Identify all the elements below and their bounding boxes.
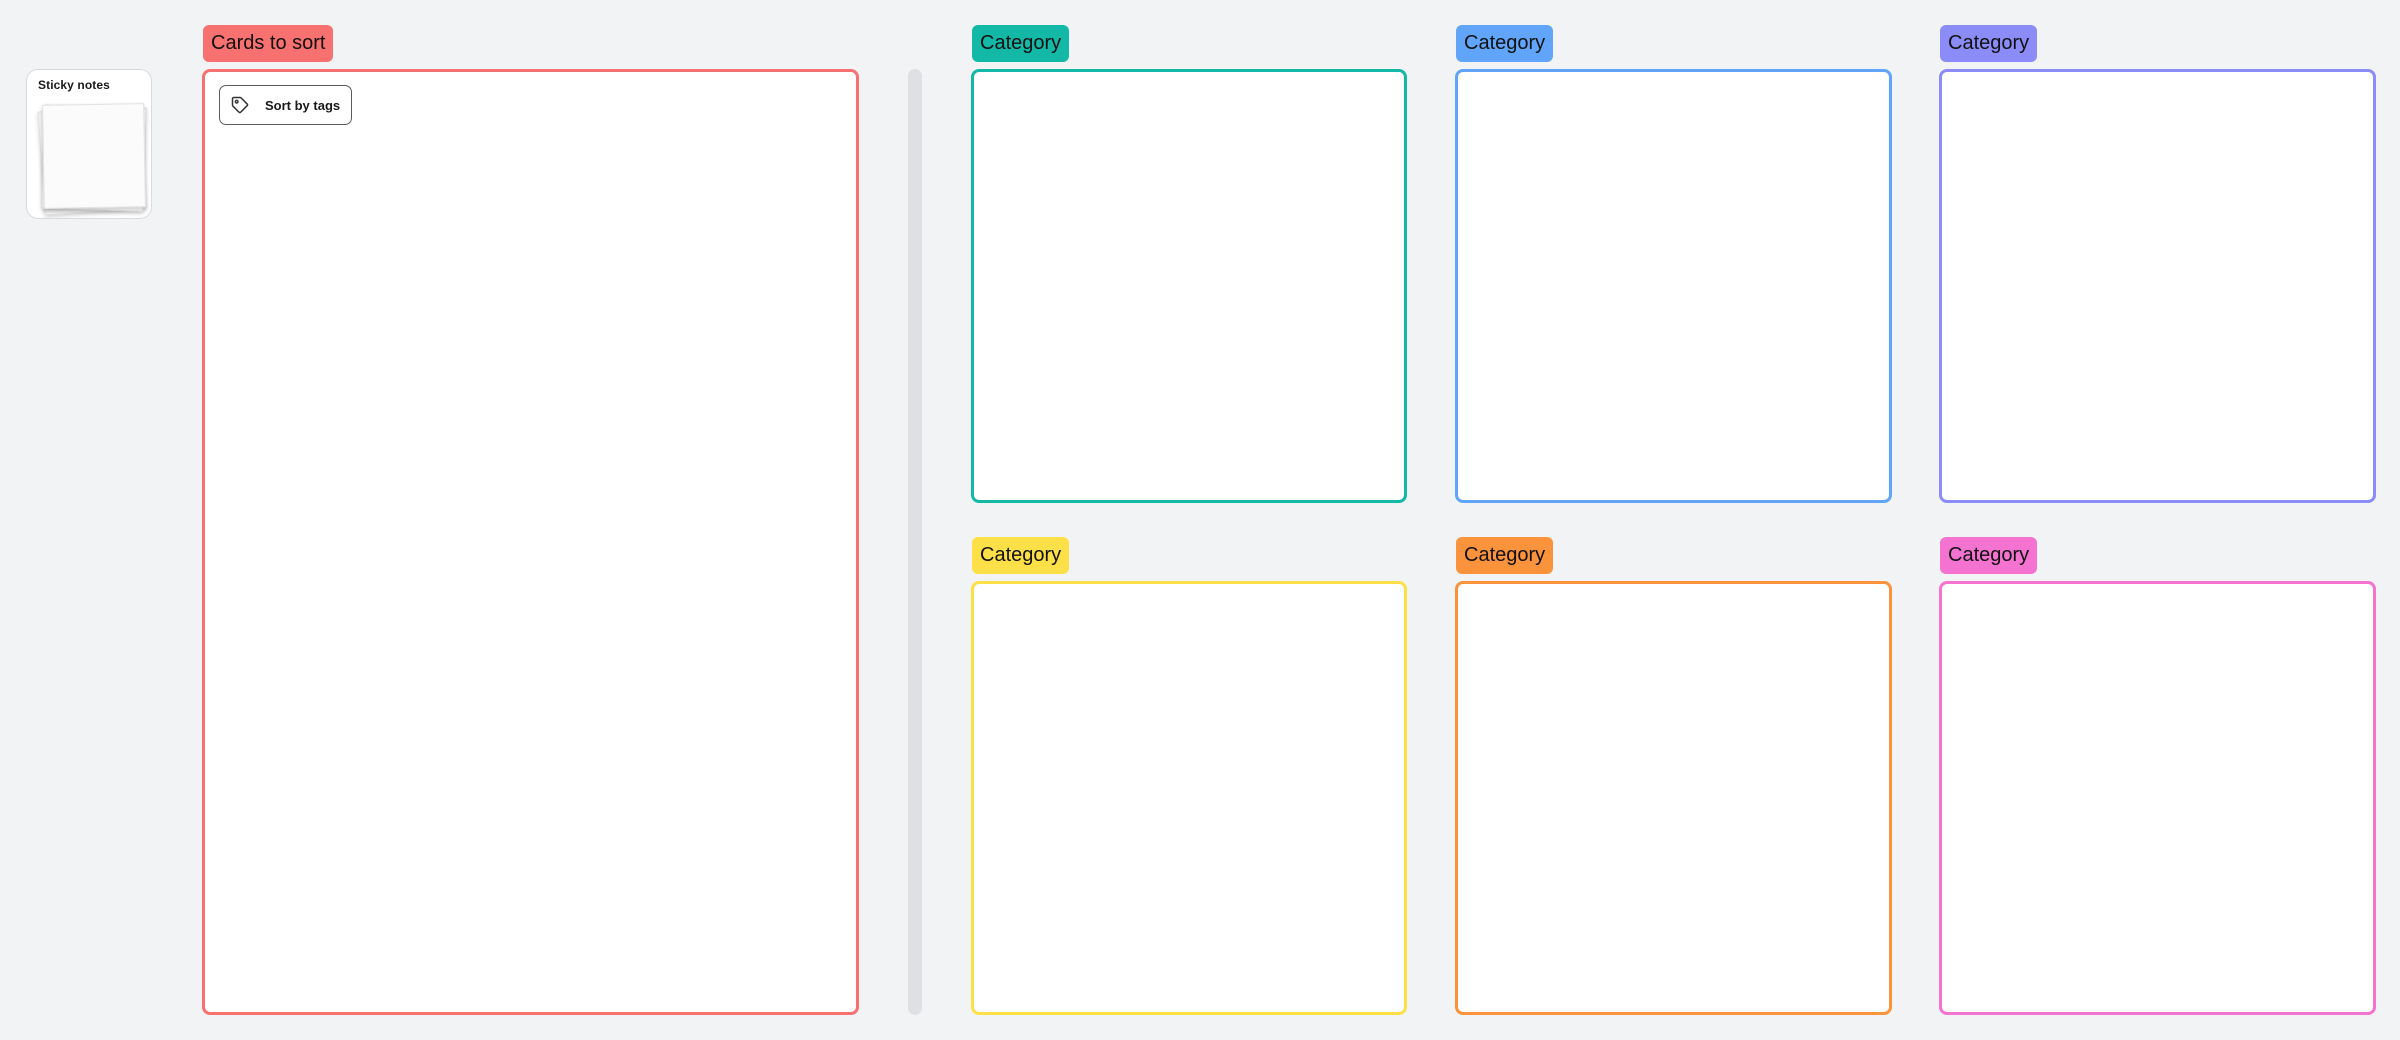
tag-icon	[229, 94, 251, 116]
vertical-scrollbar[interactable]	[908, 69, 922, 1015]
category-frame-pink[interactable]	[1939, 581, 2376, 1015]
category-label-yellow[interactable]: Category	[972, 537, 1070, 574]
category-frame-blue[interactable]	[1455, 69, 1892, 503]
cards-to-sort-label[interactable]: Cards to sort	[203, 25, 334, 62]
category-frame-teal[interactable]	[971, 69, 1407, 503]
category-label-blue[interactable]: Category	[1456, 25, 1554, 62]
category-label-orange[interactable]: Category	[1456, 537, 1554, 574]
cards-to-sort-frame[interactable]: Sort by tags	[202, 69, 859, 1015]
sticky-notes-stack	[37, 100, 147, 216]
category-label-purple[interactable]: Category	[1940, 25, 2038, 62]
category-label-teal[interactable]: Category	[972, 25, 1070, 62]
sticky-notes-title: Sticky notes	[38, 78, 110, 92]
sort-by-tags-label: Sort by tags	[265, 97, 341, 113]
sticky-notes-card[interactable]: Sticky notes	[26, 69, 152, 219]
sticky-note-front	[42, 103, 146, 209]
category-frame-yellow[interactable]	[971, 581, 1407, 1015]
category-frame-purple[interactable]	[1939, 69, 2376, 503]
sort-by-tags-button[interactable]: Sort by tags	[219, 85, 352, 125]
category-frame-orange[interactable]	[1455, 581, 1892, 1015]
category-label-pink[interactable]: Category	[1940, 537, 2038, 574]
